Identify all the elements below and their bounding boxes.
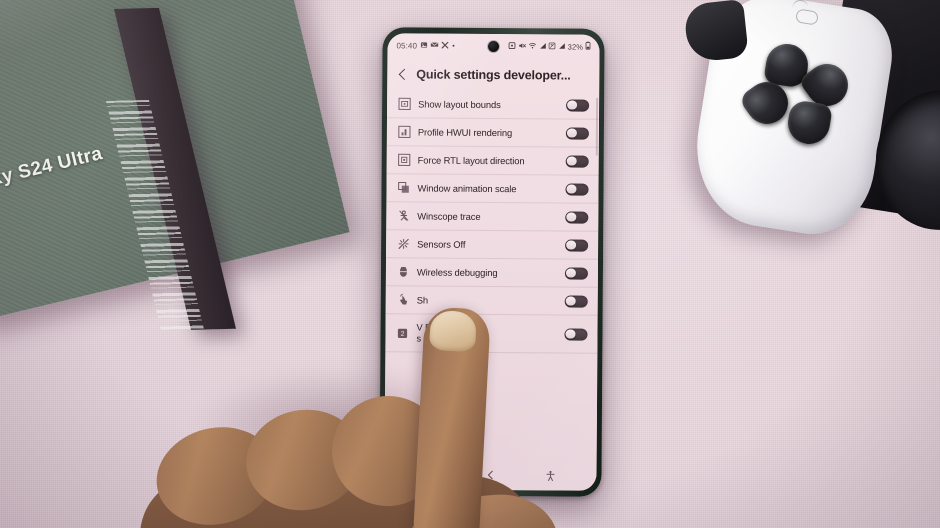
battery-percent-label: 32% xyxy=(567,42,584,52)
list-item[interactable]: Profile HWUI rendering xyxy=(386,118,599,148)
status-bar: 05:40 32% xyxy=(387,33,599,58)
back-chevron-icon[interactable] xyxy=(396,67,409,80)
toggle-knob xyxy=(566,156,577,166)
sensors-off-icon xyxy=(394,236,412,252)
game-controller xyxy=(680,0,940,243)
winscope-icon xyxy=(394,208,412,224)
toggle-knob xyxy=(566,212,577,222)
list-item-toggle[interactable] xyxy=(564,267,588,280)
dot-icon xyxy=(451,42,455,50)
toggle-knob xyxy=(567,128,577,138)
list-item-toggle[interactable] xyxy=(565,155,589,168)
list-item-toggle[interactable] xyxy=(566,99,590,112)
list-item-label: Sensors Off xyxy=(417,238,466,250)
hand xyxy=(140,300,570,528)
list-item-toggle[interactable] xyxy=(565,239,589,252)
controller-shoulder-button xyxy=(683,0,749,63)
list-item[interactable]: Wireless debugging xyxy=(385,258,599,288)
list-item-label: Force RTL layout direction xyxy=(417,154,525,167)
app-bar: Quick settings developer... xyxy=(387,57,599,91)
layout-bounds-icon xyxy=(395,96,413,112)
nfc-icon xyxy=(548,42,556,51)
mute-icon xyxy=(518,42,526,51)
list-item-label: Wireless debugging xyxy=(416,266,498,278)
list-item-label: Show layout bounds xyxy=(418,98,501,111)
alarm-icon xyxy=(508,42,516,51)
scene-photo: Galaxy S24 Ultra 05:40 32% Quick setting… xyxy=(0,0,940,528)
list-scrollbar[interactable] xyxy=(595,97,598,156)
toggle-knob xyxy=(566,240,576,250)
toggle-knob xyxy=(566,268,576,278)
wifi-icon xyxy=(529,42,537,51)
rtl-layout-icon xyxy=(395,152,413,168)
list-item-toggle[interactable] xyxy=(565,211,589,224)
list-item[interactable]: Winscope trace xyxy=(386,202,599,232)
status-bar-clock: 05:40 xyxy=(396,40,418,50)
toggle-knob xyxy=(567,100,577,110)
gmail-icon xyxy=(430,42,438,50)
signal-1-icon xyxy=(539,42,546,51)
window-stack-icon xyxy=(394,180,412,196)
list-item-toggle[interactable] xyxy=(565,183,589,196)
list-item[interactable]: Window animation scale xyxy=(386,174,599,204)
hwui-profile-icon xyxy=(395,124,413,140)
front-camera-punch-hole xyxy=(487,40,500,53)
list-item[interactable]: Sensors Off xyxy=(386,230,599,260)
wireless-debug-icon xyxy=(394,264,412,280)
status-bar-left: 05:40 xyxy=(396,41,455,50)
page-title: Quick settings developer... xyxy=(416,66,571,83)
gallery-icon xyxy=(420,41,427,50)
list-item[interactable]: Force RTL layout direction xyxy=(386,146,599,176)
list-item-label: Window animation scale xyxy=(417,182,517,195)
list-item-toggle[interactable] xyxy=(565,127,589,140)
list-item-label: Winscope trace xyxy=(417,210,481,222)
battery-icon xyxy=(585,41,591,52)
list-item[interactable]: Show layout bounds xyxy=(387,90,600,120)
signal-2-icon xyxy=(558,42,565,51)
list-item-label: Profile HWUI rendering xyxy=(417,126,513,139)
status-bar-right: 32% xyxy=(508,41,591,52)
toggle-knob xyxy=(566,184,577,194)
x-app-icon xyxy=(441,41,448,50)
